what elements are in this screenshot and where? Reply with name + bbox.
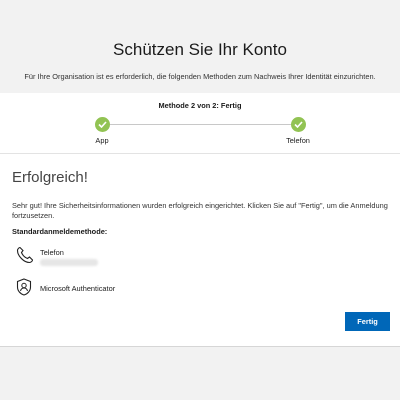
phone-number-redacted — [40, 259, 98, 266]
page-subtitle: Für Ihre Organisation ist es erforderlic… — [24, 72, 376, 81]
method-phone-label: Telefon — [40, 248, 64, 257]
page-header: Schützen Sie Ihr Konto Für Ihre Organisa… — [0, 0, 400, 93]
divider — [0, 153, 400, 154]
default-method-heading: Standardanmeldemethode: — [12, 227, 108, 236]
setup-card: Methode 2 von 2: Fertig App Telefon Erfo… — [0, 93, 400, 347]
success-title: Erfolgreich! — [12, 169, 88, 186]
step-progress-label: Methode 2 von 2: Fertig — [158, 101, 242, 110]
authenticator-icon — [16, 278, 32, 301]
success-message: Sehr gut! Ihre Sicherheitsinformationen … — [12, 201, 388, 220]
done-button[interactable]: Fertig — [345, 312, 390, 331]
step-app-label: App — [95, 136, 109, 145]
progress-line — [110, 124, 298, 125]
phone-step-check-icon — [291, 117, 306, 132]
app-step-check-icon — [95, 117, 110, 132]
method-authenticator-label: Microsoft Authenticator — [40, 284, 116, 293]
step-phone-label: Telefon — [286, 136, 310, 145]
page-title: Schützen Sie Ihr Konto — [113, 40, 287, 59]
phone-icon — [16, 246, 34, 269]
